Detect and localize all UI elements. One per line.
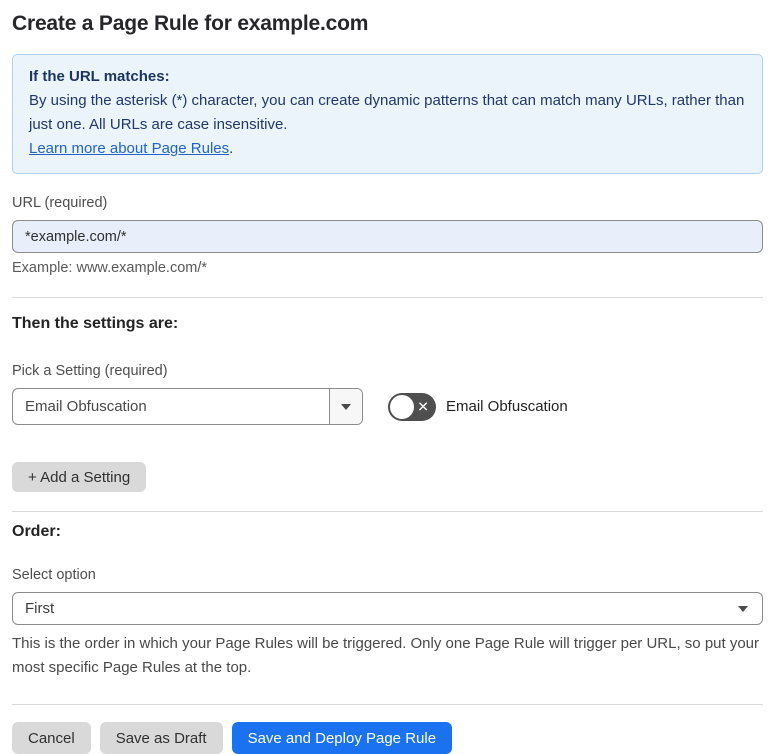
learn-more-link[interactable]: Learn more about Page Rules [29,140,229,157]
save-as-draft-button[interactable]: Save as Draft [99,722,223,754]
page-title: Create a Page Rule for example.com [12,12,369,35]
add-setting-button[interactable]: + Add a Setting [12,462,147,492]
triangle-down-icon [738,605,748,612]
triangle-down-icon [341,403,351,410]
setting-dropdown-value: Email Obfuscation [25,398,147,415]
url-example-text: Example: www.example.com/* [12,260,208,276]
toggle-off-x-icon: ✕ [417,398,429,415]
select-option-label: Select option [12,567,96,583]
url-input[interactable] [12,220,763,253]
link-suffix: . [229,140,234,157]
divider [12,511,763,512]
order-select[interactable]: First [12,592,763,625]
order-help-text: This is the order in which your Page Rul… [12,635,760,676]
info-box-link-line: Learn more about Page Rules. [29,137,746,161]
order-select-value: First [25,600,55,617]
footer-buttons: Cancel Save as Draft Save and Deploy Pag… [12,722,763,754]
info-box-heading: If the URL matches: [29,68,170,85]
setting-row: Email Obfuscation ✕ Email Obfuscation [12,388,763,425]
url-field-label: URL (required) [12,195,108,211]
setting-dropdown[interactable]: Email Obfuscation [12,388,363,425]
divider [12,704,763,705]
setting-dropdown-arrow-button[interactable] [329,389,362,424]
cancel-button[interactable]: Cancel [12,722,91,754]
email-obfuscation-toggle[interactable]: ✕ [388,392,436,421]
url-match-info-box: If the URL matches: By using the asteris… [12,54,763,174]
order-section-heading: Order: [12,523,61,540]
divider [12,297,763,298]
info-box-body: By using the asterisk (*) character, you… [29,92,745,133]
save-and-deploy-button[interactable]: Save and Deploy Page Rule [231,722,453,754]
toggle-knob [390,394,414,419]
pick-setting-label: Pick a Setting (required) [12,363,168,379]
email-obfuscation-toggle-group: ✕ Email Obfuscation [388,392,568,421]
settings-section-heading: Then the settings are: [12,315,179,332]
toggle-label: Email Obfuscation [446,398,568,415]
